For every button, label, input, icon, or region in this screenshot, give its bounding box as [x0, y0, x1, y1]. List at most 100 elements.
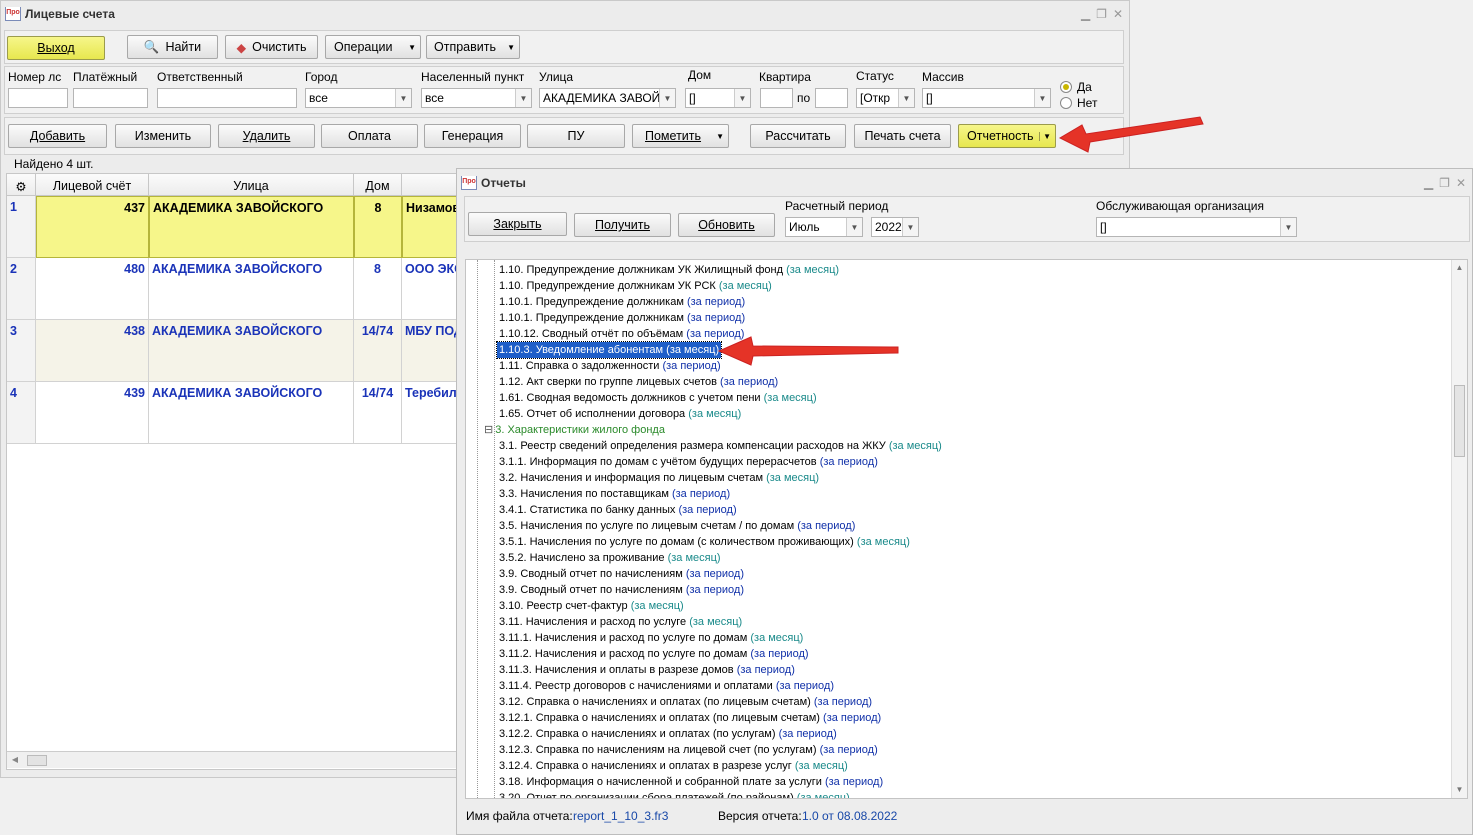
close-icon[interactable]: ✕ — [1456, 176, 1466, 190]
scroll-left-icon[interactable]: ◀ — [7, 752, 23, 768]
maximize-icon[interactable]: ❐ — [1096, 7, 1107, 21]
minimize-icon[interactable]: ▁ — [1424, 176, 1433, 190]
payer-input[interactable] — [73, 88, 148, 108]
tree-item[interactable]: 3.2. Начисления и информация по лицевым … — [499, 470, 819, 486]
generation-button[interactable]: Генерация — [424, 124, 521, 148]
get-button[interactable]: Получить — [574, 213, 671, 237]
gear-icon: ⚙ — [15, 180, 27, 194]
street-combo[interactable]: АКАДЕМИКА ЗАВОЙСКОГО▼ — [539, 88, 676, 108]
month-combo[interactable]: Июль ▼ — [785, 217, 863, 237]
apartment-to-input[interactable] — [815, 88, 848, 108]
city-label: Город — [305, 70, 338, 84]
tree-item-label: 1.10. Предупреждение должникам УК РСК — [499, 280, 716, 292]
scroll-thumb[interactable] — [27, 755, 47, 766]
close-icon[interactable]: ✕ — [1113, 7, 1123, 21]
payment-button[interactable]: Оплата — [321, 124, 418, 148]
tree-group[interactable]: ⊟ 3. Характеристики жилого фонда — [484, 422, 665, 438]
tree-item[interactable]: 3.5.2. Начислено за проживание (за месяц… — [499, 550, 721, 566]
yes-radio[interactable]: Да — [1060, 80, 1092, 94]
tree-item[interactable]: 3.11.2. Начисления и расход по услуге по… — [499, 646, 809, 662]
extra-column-header[interactable] — [402, 174, 464, 196]
tree-item[interactable]: 3.5. Начисления по услуге по лицевым сче… — [499, 518, 855, 534]
year-combo[interactable]: 2022 ▼ — [871, 217, 919, 237]
scroll-down-icon[interactable]: ▼ — [1452, 782, 1467, 798]
chevron-down-icon: ▼ — [659, 89, 675, 107]
mark-dropdown[interactable]: Пометить ▼ — [632, 124, 729, 148]
tree-item[interactable]: 3.18. Информация о начисленной и собранн… — [499, 774, 883, 790]
tree-item[interactable]: 3.12.2. Справка о начислениях и оплатах … — [499, 726, 837, 742]
tree-item[interactable]: 3.5.1. Начисления по услуге по домам (с … — [499, 534, 910, 550]
org-combo[interactable]: [] ▼ — [1096, 217, 1297, 237]
tree-item[interactable]: 1.10.3. Уведомление абонентам (за месяц) — [495, 341, 723, 359]
send-dropdown[interactable]: Отправить ▼ — [426, 35, 520, 59]
tree-item[interactable]: 1.11. Справка о задолженности (за период… — [499, 358, 721, 374]
tree-item[interactable]: 3.12.1. Справка о начислениях и оплатах … — [499, 710, 881, 726]
tree-item[interactable]: 3.11.3. Начисления и оплаты в разрезе до… — [499, 662, 795, 678]
refresh-button[interactable]: Обновить — [678, 213, 775, 237]
search-icon: 🔍 — [143, 39, 160, 54]
print-invoice-button[interactable]: Печать счета — [854, 124, 951, 148]
operations-dropdown[interactable]: Операции ▼ — [325, 35, 421, 59]
grid-settings-header[interactable]: ⚙ — [7, 174, 36, 196]
tree-item[interactable]: 3.12.4. Справка о начислениях и оплатах … — [499, 758, 848, 774]
tree-item[interactable]: 3.11.1. Начисления и расход по услуге по… — [499, 630, 803, 646]
tree-item-label: 3.11.2. Начисления и расход по услуге по… — [499, 648, 748, 660]
tree-item[interactable]: 3.4.1. Статистика по банку данных (за пе… — [499, 502, 737, 518]
tree-item-period: (за месяц) — [888, 440, 942, 452]
tree-item[interactable]: 3.1.1. Информация по домам с учётом буду… — [499, 454, 878, 470]
tree-item[interactable]: 1.10.1. Предупреждение должникам (за пер… — [499, 294, 745, 310]
tree-item[interactable]: 1.10.12. Сводный отчёт по объёмам (за пе… — [499, 326, 744, 342]
tree-item[interactable]: 3.12.3. Справка по начислениям на лицево… — [499, 742, 878, 758]
minimize-icon[interactable]: ▁ — [1081, 7, 1090, 21]
tree-item[interactable]: 3.12. Справка о начислениях и оплатах (п… — [499, 694, 872, 710]
tree-item[interactable]: 1.10. Предупреждение должникам УК РСК (з… — [499, 278, 772, 294]
tree-item[interactable]: 1.10. Предупреждение должникам УК Жилищн… — [499, 262, 839, 278]
tree-item[interactable]: 3.1. Реестр сведений определения размера… — [499, 438, 942, 454]
apartment-from-input[interactable] — [760, 88, 793, 108]
calculate-button[interactable]: Рассчитать — [750, 124, 846, 148]
locality-combo[interactable]: все ▼ — [421, 88, 532, 108]
tree-item[interactable]: 3.11.4. Реестр договоров с начислениями … — [499, 678, 834, 694]
responsible-input[interactable] — [157, 88, 297, 108]
account-input[interactable] — [8, 88, 68, 108]
city-combo[interactable]: все ▼ — [305, 88, 412, 108]
tree-item-period: (за месяц) — [763, 392, 817, 404]
scroll-thumb[interactable] — [1454, 385, 1465, 457]
maximize-icon[interactable]: ❐ — [1439, 176, 1450, 190]
tree-item[interactable]: 1.65. Отчет об исполнении договора (за м… — [499, 406, 741, 422]
house-column-header[interactable]: Дом — [354, 174, 402, 196]
edit-button[interactable]: Изменить — [115, 124, 211, 148]
tree-item[interactable]: 3.9. Сводный отчет по начислениям (за пе… — [499, 566, 744, 582]
tree-item[interactable]: 3.20. Отчет по организации сбора платеже… — [499, 790, 850, 799]
tree-item[interactable]: 3.3. Начисления по поставщикам (за перио… — [499, 486, 730, 502]
tree-item[interactable]: 3.11. Начисления и расход по услуге (за … — [499, 614, 742, 630]
clear-button[interactable]: ◆ Очистить — [225, 35, 318, 59]
tree-item[interactable]: 1.10.1. Предупреждение должникам (за пер… — [499, 310, 745, 326]
pu-button[interactable]: ПУ — [527, 124, 625, 148]
array-combo[interactable]: [] ▼ — [922, 88, 1051, 108]
house-combo[interactable]: [] ▼ — [685, 88, 751, 108]
tree-item-label: 3.11.4. Реестр договоров с начислениями … — [499, 680, 773, 692]
account-column-header[interactable]: Лицевой счёт — [36, 174, 149, 196]
exit-button[interactable]: Выход — [7, 36, 105, 60]
tree-item[interactable]: 3.9. Сводный отчет по начислениям (за пе… — [499, 582, 744, 598]
version-value: 1.0 от 08.08.2022 — [802, 809, 898, 823]
row-house: 8 — [354, 258, 402, 320]
reports-dropdown[interactable]: Отчетность ▼ — [958, 124, 1056, 148]
collapse-icon[interactable]: ⊟ — [484, 424, 493, 436]
vertical-scrollbar[interactable]: ▲ ▼ — [1451, 260, 1467, 798]
close-button[interactable]: Закрыть — [468, 212, 567, 236]
tree-item-period: (за месяц) — [796, 792, 850, 799]
tree-item-period: (за месяц) — [666, 344, 720, 356]
horizontal-scrollbar[interactable]: ◀ — [7, 751, 463, 768]
tree-item-label: 1.12. Акт сверки по группе лицевых счето… — [499, 376, 717, 388]
add-button[interactable]: Добавить — [8, 124, 107, 148]
street-column-header[interactable]: Улица — [149, 174, 354, 196]
status-combo[interactable]: [Откр ▼ — [856, 88, 915, 108]
find-button[interactable]: 🔍 Найти — [127, 35, 218, 59]
scroll-up-icon[interactable]: ▲ — [1452, 260, 1467, 276]
tree-item[interactable]: 1.12. Акт сверки по группе лицевых счето… — [499, 374, 778, 390]
tree-item[interactable]: 3.10. Реестр счет-фактур (за месяц) — [499, 598, 684, 614]
delete-button[interactable]: Удалить — [218, 124, 315, 148]
tree-item[interactable]: 1.61. Сводная ведомость должников с учет… — [499, 390, 817, 406]
